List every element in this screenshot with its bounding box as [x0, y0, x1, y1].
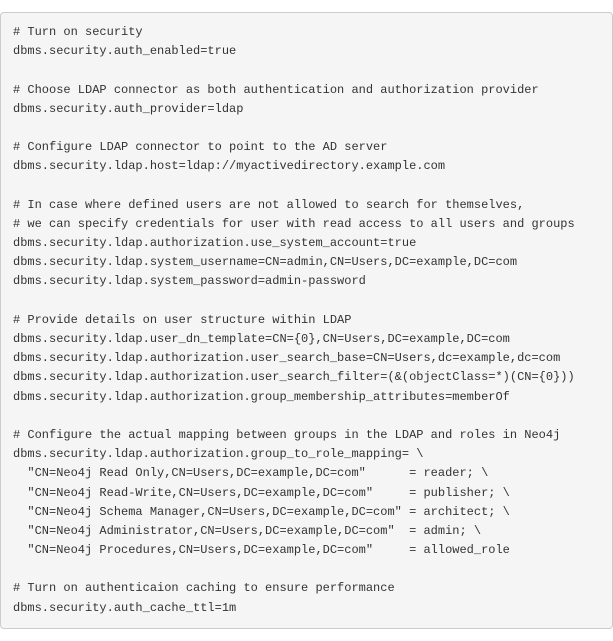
config-code-block: # Turn on security dbms.security.auth_en… [0, 12, 613, 629]
